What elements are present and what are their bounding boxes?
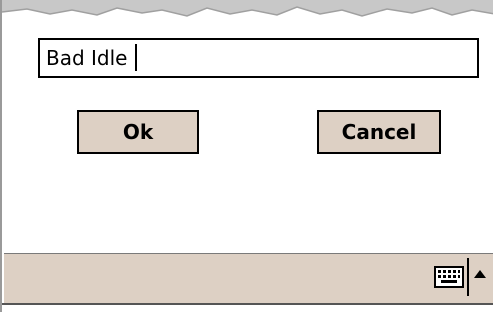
bottom-edge bbox=[2, 303, 493, 312]
name-input[interactable] bbox=[38, 38, 479, 78]
torn-top-edge bbox=[2, 0, 493, 17]
sip-divider bbox=[467, 258, 469, 296]
cancel-button[interactable]: Cancel bbox=[317, 110, 441, 154]
ok-button[interactable]: Ok bbox=[77, 110, 199, 154]
keyboard-icon[interactable] bbox=[434, 265, 464, 289]
dialog-window: Ok Cancel bbox=[0, 0, 493, 312]
menu-bar bbox=[4, 253, 493, 303]
up-arrow-icon[interactable] bbox=[472, 268, 488, 280]
text-caret bbox=[135, 44, 137, 71]
